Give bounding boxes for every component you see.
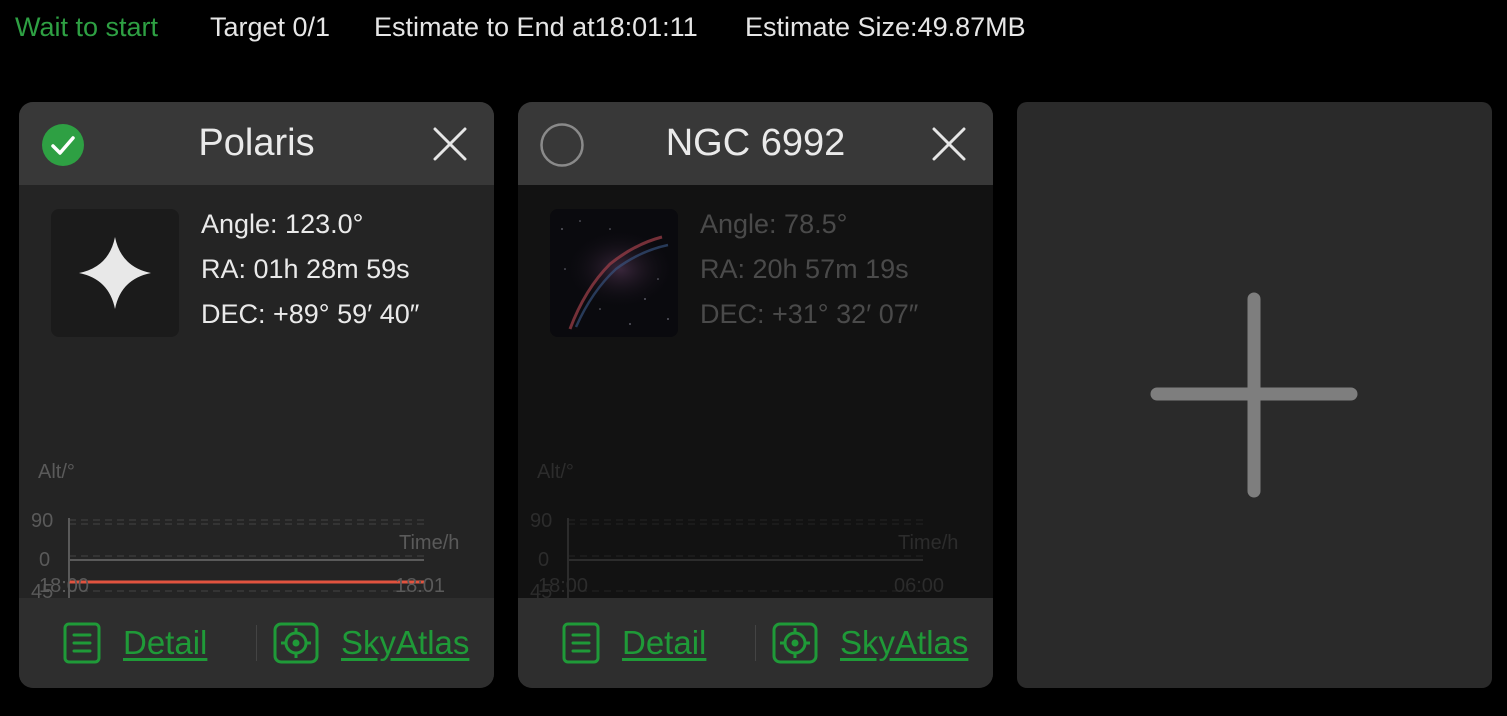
x-axis-label: Time/h [898, 532, 958, 554]
y-tick-0: 0 [39, 549, 50, 571]
angle-value: Angle: 123.0° [201, 209, 364, 239]
target-thumbnail [550, 209, 678, 337]
plus-icon [1150, 292, 1358, 498]
target-crosshair-icon [772, 622, 818, 664]
target-crosshair-icon [273, 622, 319, 664]
x-tick-end: 18:01 [395, 575, 445, 597]
chart-lower-ngc6992: 0 Time/h 18:00 06:00 [538, 518, 958, 597]
y-tick-0: 0 [538, 549, 549, 571]
target-card-ngc6992: NGC 6992 Angle: 78.5° RA: 20h 57m 19s DE… [518, 102, 993, 688]
card-header: Polaris [19, 102, 494, 185]
document-list-icon [562, 622, 600, 664]
y-axis-label: Alt/° [537, 461, 574, 483]
star-icon [79, 237, 151, 309]
x-tick-start: 18:00 [39, 575, 89, 597]
document-list-icon [63, 622, 101, 664]
divider [755, 625, 756, 661]
estimate-size: Estimate Size:49.87MB [745, 12, 1026, 42]
chart-lower-polaris: 0 Time/h 18:00 18:01 [39, 518, 459, 597]
ra-value: RA: 01h 28m 59s [201, 254, 410, 284]
x-tick-start: 18:00 [538, 575, 588, 597]
card-footer: Detail SkyAtlas [19, 598, 494, 688]
target-card-polaris: Polaris Angle: 123.0° RA: 01h 28m 59s DE… [19, 102, 494, 688]
card-header: NGC 6992 [518, 102, 993, 185]
y-axis-label: Alt/° [38, 461, 75, 483]
ra-value: RA: 20h 57m 19s [700, 254, 909, 284]
divider [256, 625, 257, 661]
skyatlas-label[interactable]: SkyAtlas [341, 624, 469, 662]
x-tick-end: 06:00 [894, 575, 944, 597]
card-title: Polaris [198, 122, 315, 164]
detail-label[interactable]: Detail [622, 624, 706, 662]
detail-link[interactable]: Detail [63, 598, 207, 688]
skyatlas-link[interactable]: SkyAtlas [772, 598, 968, 688]
detail-label[interactable]: Detail [123, 624, 207, 662]
angle-value: Angle: 78.5° [700, 209, 848, 239]
nebula-image [550, 209, 678, 337]
estimate-end: Estimate to End at18:01:11 [374, 12, 698, 42]
card-footer: Detail SkyAtlas [518, 598, 993, 688]
close-icon[interactable] [430, 124, 470, 164]
target-thumbnail [51, 209, 179, 337]
detail-link[interactable]: Detail [562, 598, 706, 688]
status-bar: Wait to start Target 0/1 Estimate to End… [0, 0, 1507, 60]
dec-value: DEC: +89° 59′ 40″ [201, 299, 420, 329]
skyatlas-label[interactable]: SkyAtlas [840, 624, 968, 662]
dec-value: DEC: +31° 32′ 07″ [700, 299, 919, 329]
target-count: Target 0/1 [210, 12, 331, 42]
x-axis-label: Time/h [399, 532, 459, 554]
card-title: NGC 6992 [665, 122, 846, 164]
add-target-button[interactable] [1017, 102, 1492, 688]
status-state: Wait to start [15, 12, 159, 42]
close-icon[interactable] [929, 124, 969, 164]
skyatlas-link[interactable]: SkyAtlas [273, 598, 469, 688]
